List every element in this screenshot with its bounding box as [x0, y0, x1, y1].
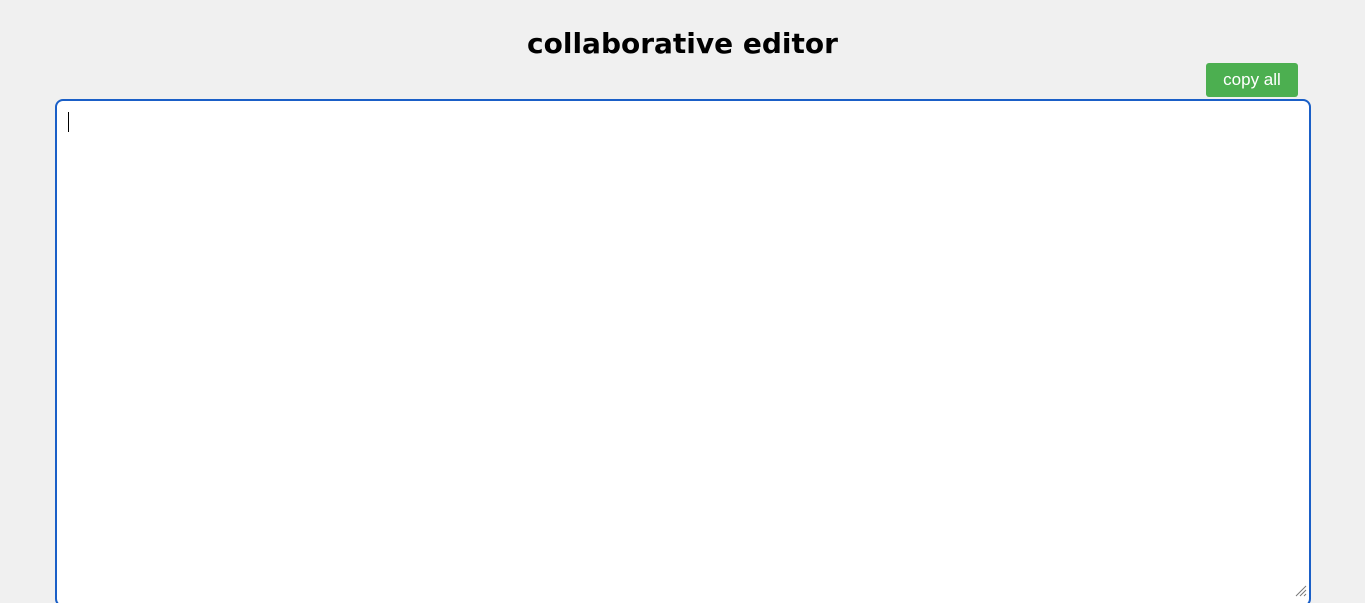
text-caret	[68, 112, 69, 132]
copy-all-button[interactable]: copy all	[1206, 63, 1298, 97]
page: collaborative editor copy all	[0, 0, 1365, 603]
resize-grip-icon[interactable]	[1293, 583, 1307, 597]
editor-textarea[interactable]	[57, 101, 1309, 603]
page-title: collaborative editor	[527, 27, 838, 60]
editor-container	[55, 99, 1311, 603]
